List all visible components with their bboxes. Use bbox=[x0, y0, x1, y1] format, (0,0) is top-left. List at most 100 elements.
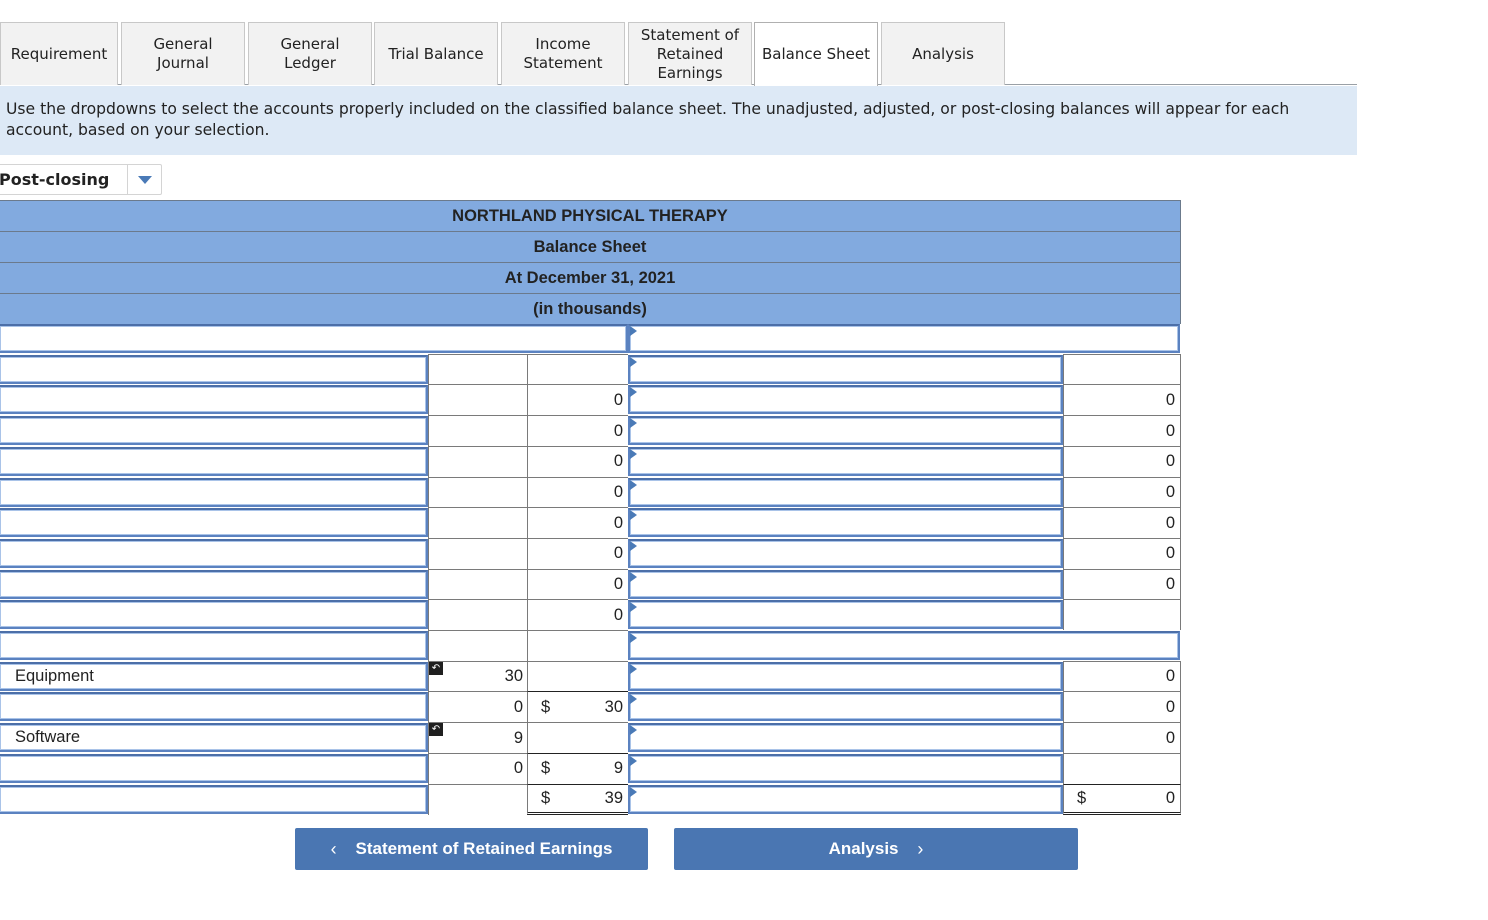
left-amount-1 bbox=[428, 476, 528, 508]
left-amount-1 bbox=[428, 783, 528, 815]
amount: 0 bbox=[1165, 728, 1175, 747]
left-amount-2: 0 bbox=[527, 537, 628, 569]
right-amount bbox=[1063, 599, 1181, 631]
left-amount-1 bbox=[428, 445, 528, 477]
left-amount-2: $39 bbox=[527, 783, 628, 815]
tab-balance-sheet[interactable]: Balance Sheet bbox=[754, 22, 878, 86]
left-amount-2: 0 bbox=[527, 568, 628, 600]
next-analysis-button[interactable]: Analysis › bbox=[674, 828, 1078, 870]
right-account-dropdown[interactable] bbox=[628, 324, 1180, 353]
right-amount: 0 bbox=[1063, 568, 1181, 600]
right-account-dropdown[interactable] bbox=[628, 446, 1063, 476]
right-account-dropdown[interactable] bbox=[628, 416, 1063, 446]
left-account-dropdown[interactable] bbox=[0, 446, 428, 476]
amount: 0 bbox=[1165, 697, 1175, 716]
left-amount-2: 0 bbox=[527, 507, 628, 539]
table-row: $39 $0 bbox=[0, 783, 1181, 815]
left-amount-2: 0 bbox=[527, 445, 628, 477]
undo-arrow-icon[interactable]: ↶ bbox=[429, 723, 443, 737]
right-account-dropdown[interactable] bbox=[628, 538, 1063, 568]
undo-arrow-icon[interactable]: ↶ bbox=[429, 661, 443, 675]
left-account-dropdown[interactable]: Software bbox=[0, 723, 428, 753]
tab-label: Balance Sheet bbox=[762, 45, 870, 63]
right-account-dropdown[interactable] bbox=[628, 692, 1063, 722]
right-account-dropdown[interactable] bbox=[628, 477, 1063, 507]
table-row: 0 $9 bbox=[0, 752, 1181, 784]
amount: 0 bbox=[1165, 421, 1175, 440]
amount: 9 bbox=[613, 759, 623, 778]
tab-statement-of-retained-earnings[interactable]: Statement of Retained Earnings bbox=[628, 22, 752, 85]
tab-income-statement[interactable]: Income Statement bbox=[501, 22, 625, 85]
left-account-dropdown[interactable] bbox=[0, 753, 428, 783]
left-account-dropdown[interactable] bbox=[0, 508, 428, 538]
dropdown-flag-icon bbox=[630, 326, 637, 336]
chevron-down-icon bbox=[137, 175, 152, 184]
dollar-sign: $ bbox=[541, 759, 551, 778]
left-account-dropdown[interactable] bbox=[0, 569, 428, 599]
left-account-dropdown[interactable] bbox=[0, 477, 428, 507]
prev-button-label: Statement of Retained Earnings bbox=[355, 839, 613, 858]
tab-requirement[interactable]: Requirement bbox=[0, 22, 118, 85]
left-amount-2: 0 bbox=[527, 476, 628, 508]
dropdown-flag-icon bbox=[630, 356, 637, 367]
right-account-dropdown[interactable] bbox=[628, 569, 1063, 599]
amount: 0 bbox=[613, 605, 623, 624]
left-account-dropdown[interactable]: Equipment bbox=[0, 661, 428, 691]
amount: 0 bbox=[613, 390, 623, 409]
left-amount-2: $9 bbox=[527, 752, 628, 784]
left-amount-1 bbox=[428, 537, 528, 569]
right-account-dropdown[interactable] bbox=[628, 600, 1063, 630]
tab-bar: Requirement General Journal General Ledger… bbox=[0, 22, 1357, 86]
right-account-dropdown[interactable] bbox=[628, 784, 1063, 814]
tab-label: Statement of Retained Earnings bbox=[640, 25, 740, 82]
left-amount-2: $30 bbox=[527, 691, 628, 723]
amount: 0 bbox=[1165, 513, 1175, 532]
right-account-dropdown[interactable] bbox=[628, 631, 1180, 660]
amount: 0 bbox=[1165, 390, 1175, 409]
left-amount-1 bbox=[428, 568, 528, 600]
right-amount: 0 bbox=[1063, 507, 1181, 539]
tab-general-journal[interactable]: General Journal bbox=[121, 22, 245, 85]
right-account-dropdown[interactable] bbox=[628, 354, 1063, 384]
left-account-dropdown[interactable] bbox=[0, 354, 428, 384]
left-account-dropdown[interactable] bbox=[0, 600, 428, 630]
left-account-dropdown[interactable] bbox=[0, 692, 428, 722]
dollar-sign: $ bbox=[541, 788, 551, 807]
left-account-dropdown[interactable] bbox=[0, 784, 428, 814]
left-amount-1 bbox=[428, 353, 528, 385]
right-amount: 0 bbox=[1063, 384, 1181, 416]
tab-analysis[interactable]: Analysis bbox=[881, 22, 1005, 85]
right-amount: 0 bbox=[1063, 415, 1181, 447]
right-account-dropdown[interactable] bbox=[628, 753, 1063, 783]
dropdown-flag-icon bbox=[630, 540, 637, 551]
right-account-dropdown[interactable] bbox=[628, 661, 1063, 691]
dropdown-arrow[interactable] bbox=[127, 165, 161, 194]
tab-label: Requirement bbox=[10, 44, 108, 63]
right-account-dropdown[interactable] bbox=[628, 508, 1063, 538]
amount: 30 bbox=[604, 697, 623, 716]
tab-trial-balance[interactable]: Trial Balance bbox=[374, 22, 498, 85]
left-account-dropdown[interactable] bbox=[0, 385, 428, 415]
prev-statement-of-retained-earnings-button[interactable]: ‹ Statement of Retained Earnings bbox=[295, 828, 648, 870]
table-row: Software 9 ↶ 0 bbox=[0, 722, 1181, 754]
chevron-left-icon: ‹ bbox=[330, 838, 337, 859]
left-account-dropdown[interactable] bbox=[0, 631, 428, 660]
tab-label: Analysis bbox=[912, 44, 974, 63]
chevron-right-icon: › bbox=[917, 838, 924, 859]
amount: 0 bbox=[1165, 452, 1175, 471]
right-account-dropdown[interactable] bbox=[628, 385, 1063, 415]
balance-type-select[interactable]: Post-closing bbox=[0, 164, 162, 195]
amount: 39 bbox=[604, 788, 623, 807]
left-amount-1: 0 bbox=[428, 691, 528, 723]
right-account-dropdown[interactable] bbox=[628, 723, 1063, 753]
left-account-dropdown[interactable] bbox=[0, 416, 428, 446]
left-amount-1 bbox=[428, 415, 528, 447]
left-amount-2 bbox=[527, 630, 628, 661]
tab-general-ledger[interactable]: General Ledger bbox=[248, 22, 372, 85]
left-amount-2 bbox=[527, 353, 628, 385]
table-row: 00 bbox=[0, 476, 1181, 508]
left-account-dropdown[interactable] bbox=[0, 538, 428, 568]
right-amount: $0 bbox=[1063, 783, 1181, 815]
left-account-dropdown[interactable] bbox=[0, 324, 628, 353]
left-amount-2: 0 bbox=[527, 599, 628, 631]
